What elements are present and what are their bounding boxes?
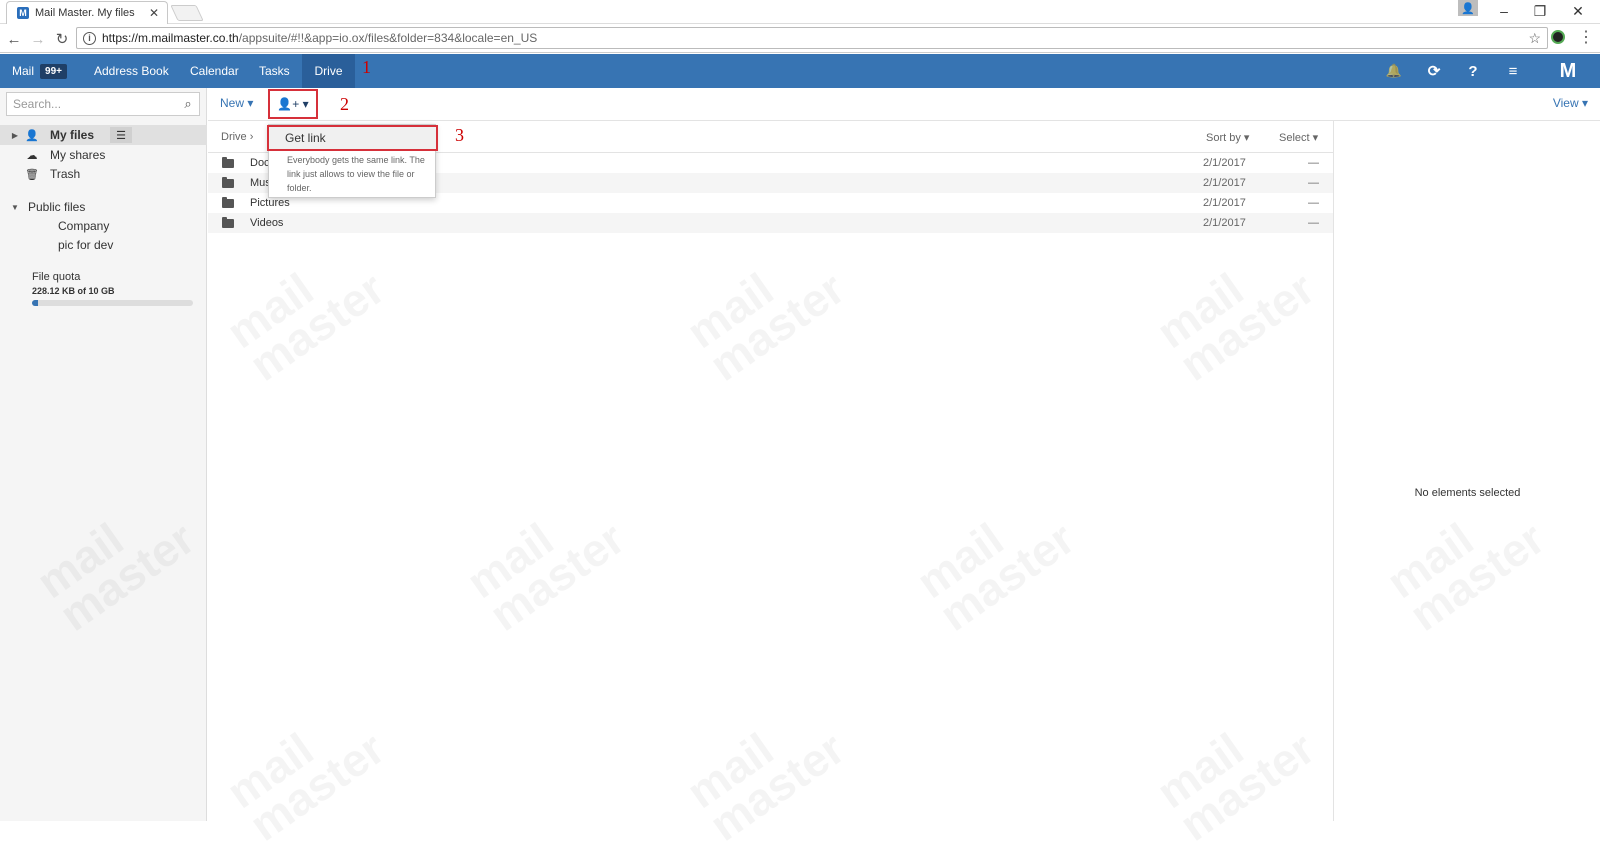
file-size: — [1308,197,1319,209]
watermark-logo: mailmaster [457,484,633,641]
folder-pic-for-dev-label: pic for dev [58,238,114,252]
mail-unread-badge: 99+ [40,63,67,79]
app-top-bar: Mail 99+ Address Book Calendar Tasks Dri… [0,54,1600,88]
nav-tasks[interactable]: Tasks [247,54,302,88]
profile-icon[interactable]: 👤 [1458,0,1478,16]
drive-toolbar: New ▾ 👤+ ▾ View ▾ [208,88,1600,121]
help-icon[interactable]: ? [1460,54,1486,88]
watermark-logo: mailmaster [1147,694,1323,851]
folder-icon [222,156,234,168]
folder-trash-label: Trash [50,167,81,181]
browser-tab[interactable]: M Mail Master. My files ✕ [6,1,168,24]
annotation-3: 3 [455,125,464,145]
nav-drive[interactable]: Drive [302,54,355,88]
refresh-icon[interactable]: ⟳ [1421,54,1447,88]
get-link-description: Everybody gets the same link. The link j… [287,155,425,193]
mailmaster-logo-icon: M [1559,59,1577,82]
nav-address-book[interactable]: Address Book [82,54,181,88]
browser-menu-icon[interactable]: ⋮ [1578,27,1594,47]
folder-icon [222,196,234,208]
quota-progress-fill [32,300,39,306]
nav-mail[interactable]: Mail 99+ [0,54,79,88]
folder-public-files-label: Public files [28,200,86,214]
folder-sidebar: ⌕ ▶ 👤 My files ☰ ☁ My shares 🗑 Trash ▼ P… [0,88,207,821]
quota-label: File quota [32,271,81,283]
folder-my-files[interactable]: ▶ 👤 My files ☰ [0,125,207,145]
tab-title: Mail Master. My files [35,7,135,19]
search-icon[interactable]: ⌕ [177,96,199,112]
restore-icon[interactable]: ❐ [1522,0,1558,22]
file-name: Videos [250,217,284,229]
search-input[interactable] [13,97,177,111]
window-close-icon[interactable]: ✕ [1560,0,1596,22]
file-date: 2/1/2017 [1203,217,1246,229]
settings-menu-icon[interactable]: ≡ [1500,54,1526,88]
folder-company-label: Company [58,219,110,233]
new-tab-button[interactable] [170,5,204,21]
file-date: 2/1/2017 [1203,197,1246,209]
bookmark-star-icon[interactable]: ☆ [1528,30,1541,47]
address-bar[interactable]: i https://m.mailmaster.co.th/appsuite/#!… [76,27,1548,49]
folder-options-icon[interactable]: ☰ [110,127,133,143]
breadcrumb[interactable]: Drive › [221,131,253,143]
folder-icon [222,216,234,228]
reload-icon[interactable]: ↻ [52,29,72,49]
watermark-logo: mailmaster [677,234,853,391]
folder-my-shares-label: My shares [50,148,106,162]
file-name: Pictures [250,197,290,209]
site-info-icon[interactable]: i [83,31,96,45]
watermark-logo: mailmaster [1147,234,1323,391]
view-button[interactable]: View ▾ [1553,96,1588,110]
trash-icon: 🗑 [25,168,39,181]
folder-company[interactable]: Company [0,216,207,236]
share-button[interactable]: 👤+ ▾ [268,89,318,119]
folder-pic-for-dev[interactable]: pic for dev [0,235,207,255]
browser-tab-bar: M Mail Master. My files ✕ 👤 – ❐ ✕ [0,0,1600,24]
select-button[interactable]: Select ▾ [1279,131,1318,144]
extension-icon[interactable] [1551,30,1565,44]
no-selection-text: No elements selected [1414,487,1521,499]
file-size: — [1308,157,1319,169]
watermark-logo: mailmaster [217,234,393,391]
url-text: https://m.mailmaster.co.th/appsuite/#!!&… [102,31,538,45]
nav-mail-label: Mail [12,64,35,78]
sort-by-button[interactable]: Sort by ▾ [1206,131,1249,144]
cloud-icon: ☁ [26,149,38,162]
minimize-icon[interactable]: – [1486,0,1522,22]
folder-public-files[interactable]: ▼ Public files [0,197,207,217]
back-arrow-icon[interactable]: ← [4,29,24,49]
search-box[interactable]: ⌕ [6,92,200,116]
forward-arrow-icon[interactable]: → [28,29,48,49]
watermark-logo: mailmaster [907,484,1083,641]
notification-bell-icon[interactable]: 🔔 [1381,54,1407,88]
file-row[interactable]: Videos 2/1/2017 — [208,213,1333,233]
file-size: — [1308,177,1319,189]
new-button[interactable]: New ▾ [220,96,253,110]
quota-progress-bar [32,300,193,306]
watermark-logo: mailmaster [677,694,853,851]
share-dropdown-menu: Get link Everybody gets the same link. T… [267,124,438,198]
collapse-caret-icon[interactable]: ▼ [8,203,22,212]
folder-icon [222,176,234,188]
folder-my-files-label: My files [50,128,95,142]
file-date: 2/1/2017 [1203,177,1246,189]
browser-toolbar: ← → ↻ i https://m.mailmaster.co.th/appsu… [0,24,1600,53]
tab-close-icon[interactable]: ✕ [149,6,159,20]
folder-trash[interactable]: 🗑 Trash [0,164,207,184]
mailmaster-favicon-icon: M [17,7,29,19]
folder-my-shares[interactable]: ☁ My shares [0,145,207,165]
annotation-2: 2 [340,94,349,114]
user-icon: 👤 [25,129,39,142]
file-date: 2/1/2017 [1203,157,1246,169]
watermark-logo: mailmaster [217,694,393,851]
nav-calendar[interactable]: Calendar [178,54,251,88]
annotation-1: 1 [362,57,371,77]
expand-caret-icon[interactable]: ▶ [8,131,22,140]
detail-panel: No elements selected [1333,121,1600,821]
get-link-menu-item[interactable]: Get link [267,125,438,151]
file-size: — [1308,217,1319,229]
quota-value: 228.12 KB of 10 GB [32,286,115,296]
